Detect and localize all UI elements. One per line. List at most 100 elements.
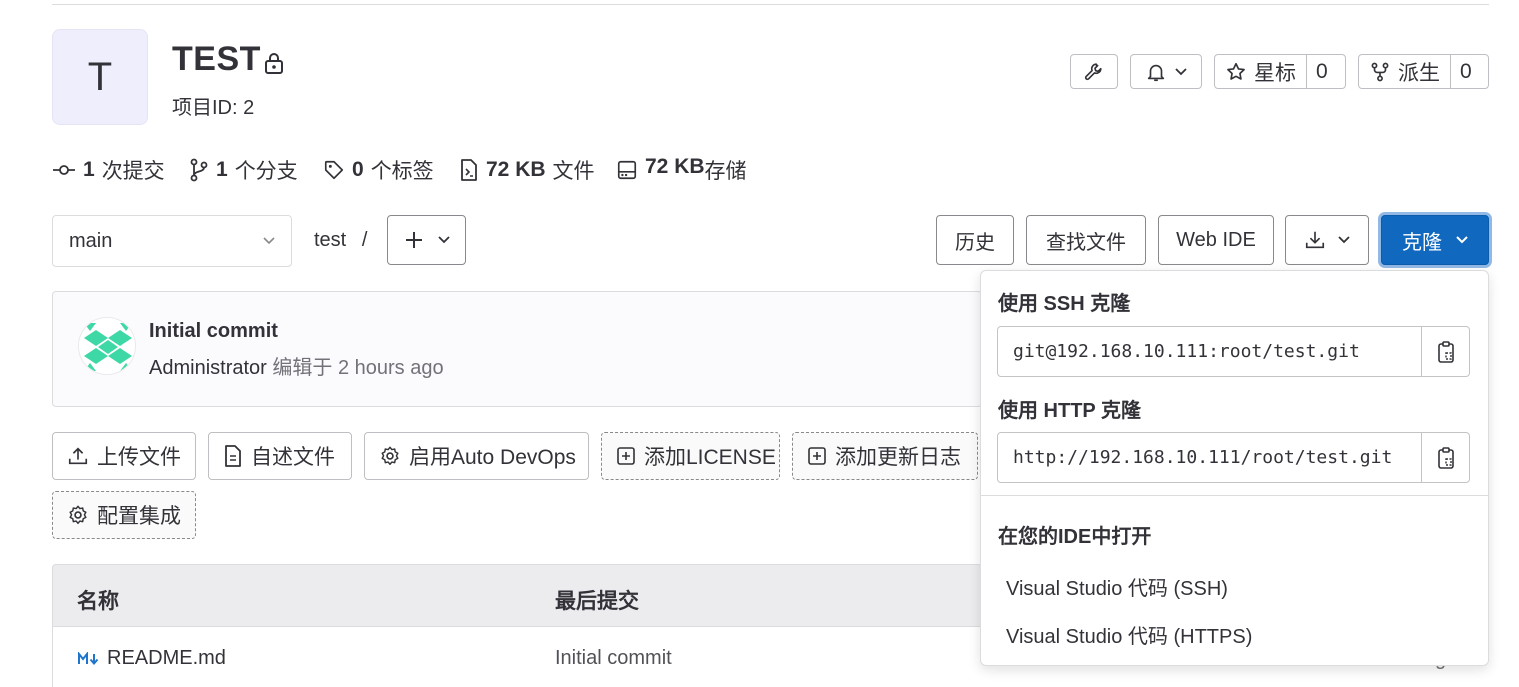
find-file-button[interactable]: 查找文件 — [1026, 215, 1146, 265]
fork-button[interactable]: 派生 0 — [1358, 54, 1489, 89]
chevron-down-icon — [1338, 236, 1350, 244]
stat-tags-label: 个标签 — [370, 160, 434, 183]
dropdown-divider — [981, 495, 1488, 496]
history-button[interactable]: 历史 — [936, 215, 1014, 265]
branch-icon — [189, 158, 209, 182]
auto-devops-label: 启用Auto DevOps — [409, 446, 576, 469]
project-id: 项目ID: 2 — [172, 97, 255, 119]
star-icon — [1225, 61, 1247, 83]
stat-storage-label: 存储 — [704, 160, 747, 183]
clipboard-icon — [1436, 340, 1456, 364]
stat-commits[interactable]: 1 次提交 — [52, 155, 165, 185]
last-commit-panel — [52, 291, 982, 407]
ssh-url-field[interactable]: git@192.168.10.111:root/test.git — [997, 326, 1470, 377]
gear-icon — [379, 445, 401, 467]
project-avatar[interactable]: T — [52, 29, 148, 125]
chevron-down-icon — [1175, 67, 1187, 76]
open-in-ide-heading: 在您的IDE中打开 — [998, 526, 1152, 548]
storage-icon — [616, 159, 638, 181]
tag-icon — [323, 159, 345, 181]
commit-author[interactable]: Administrator — [149, 357, 267, 379]
commit-icon — [52, 159, 76, 181]
file-last-commit[interactable]: Initial commit — [555, 647, 672, 670]
ide-item-vscode-ssh[interactable]: Visual Studio 代码 (SSH) — [1006, 572, 1228, 601]
markdown-icon — [78, 652, 100, 666]
stat-files-label: 文件 — [552, 160, 595, 183]
upload-file-button[interactable]: 上传文件 — [52, 432, 196, 480]
readme-button[interactable]: 自述文件 — [208, 432, 352, 480]
upload-icon — [67, 445, 89, 467]
breadcrumb: test / — [314, 229, 367, 252]
star-button[interactable]: 星标 0 — [1214, 54, 1346, 89]
ide-item-vscode-https[interactable]: Visual Studio 代码 (HTTPS) — [1006, 620, 1252, 649]
chevron-down-icon — [437, 236, 450, 244]
file-icon — [459, 158, 479, 182]
upload-label: 上传文件 — [97, 446, 181, 469]
file-name-link[interactable]: README.md — [107, 647, 226, 670]
identicon-avatar[interactable] — [78, 317, 136, 375]
top-divider — [52, 4, 1489, 5]
download-button[interactable] — [1285, 215, 1369, 265]
add-new-button[interactable] — [387, 215, 466, 265]
copy-http-button[interactable] — [1421, 433, 1469, 482]
auto-devops-button[interactable]: 启用Auto DevOps — [364, 432, 589, 480]
ssh-url-text[interactable]: git@192.168.10.111:root/test.git — [1013, 341, 1418, 362]
configure-integrations-button[interactable]: 配置集成 — [52, 491, 196, 539]
breadcrumb-separator: / — [361, 229, 368, 251]
download-icon — [1304, 229, 1326, 251]
file-table-header — [52, 564, 982, 627]
chevron-down-icon — [1456, 236, 1468, 244]
commit-time: 2 hours ago — [337, 357, 444, 379]
stat-files-num: 72 KB — [486, 158, 546, 181]
commit-meta: Administrator 编辑于 2 hours ago — [149, 351, 444, 380]
fork-toggle[interactable]: 派生 — [1359, 55, 1450, 88]
plus-icon — [404, 230, 424, 250]
plus-square-icon — [807, 446, 827, 466]
settings-wrench-button[interactable] — [1070, 54, 1118, 89]
fork-count[interactable]: 0 — [1450, 55, 1481, 88]
branch-name: main — [69, 229, 113, 252]
document-icon — [223, 444, 243, 468]
http-url-field[interactable]: http://192.168.10.111/root/test.git — [997, 432, 1470, 483]
stat-commits-label: 次提交 — [101, 160, 165, 183]
column-name-header: 名称 — [77, 590, 119, 613]
add-changelog-label: 添加更新日志 — [835, 446, 961, 469]
plus-square-icon — [616, 446, 636, 466]
lock-icon — [263, 51, 285, 75]
stat-commits-num: 1 — [83, 158, 95, 181]
gear-icon — [67, 504, 89, 526]
stat-branches-num: 1 — [216, 158, 228, 181]
stat-storage[interactable]: 72 KB 存储 — [616, 155, 747, 185]
add-changelog-button[interactable]: 添加更新日志 — [792, 432, 978, 480]
fork-label: 派生 — [1398, 61, 1440, 85]
clipboard-icon — [1436, 446, 1456, 470]
copy-ssh-button[interactable] — [1421, 327, 1469, 376]
wrench-icon — [1083, 61, 1105, 83]
commit-action: 编辑于 — [272, 357, 333, 379]
stat-storage-num: 72 KB — [645, 155, 705, 178]
http-clone-heading: 使用 HTTP 克隆 — [998, 400, 1141, 422]
commit-title[interactable]: Initial commit — [149, 320, 278, 343]
star-toggle[interactable]: 星标 — [1215, 55, 1306, 88]
project-title[interactable]: TEST — [172, 40, 261, 79]
add-license-label: 添加LICENSE — [644, 446, 776, 469]
ssh-clone-heading: 使用 SSH 克隆 — [998, 293, 1131, 315]
star-count[interactable]: 0 — [1306, 55, 1337, 88]
add-license-button[interactable]: 添加LICENSE — [601, 432, 780, 480]
clone-button[interactable]: 克隆 — [1381, 215, 1489, 265]
column-last-commit-header: 最后提交 — [555, 590, 639, 613]
project-avatar-letter: T — [87, 54, 113, 99]
breadcrumb-project[interactable]: test — [314, 229, 346, 251]
web-ide-button[interactable]: Web IDE — [1158, 215, 1274, 265]
branch-selector[interactable]: main — [52, 215, 292, 267]
bell-icon — [1145, 61, 1167, 83]
stat-branches-label: 个分支 — [234, 160, 298, 183]
readme-label: 自述文件 — [251, 446, 335, 469]
stat-tags[interactable]: 0 个标签 — [323, 155, 434, 185]
stat-branches[interactable]: 1 个分支 — [189, 155, 298, 185]
configure-integrations-label: 配置集成 — [97, 505, 181, 528]
stat-files[interactable]: 72 KB 文件 — [459, 155, 595, 185]
http-url-text[interactable]: http://192.168.10.111/root/test.git — [1013, 447, 1418, 468]
stat-tags-num: 0 — [352, 158, 364, 181]
notification-button[interactable] — [1130, 54, 1202, 89]
